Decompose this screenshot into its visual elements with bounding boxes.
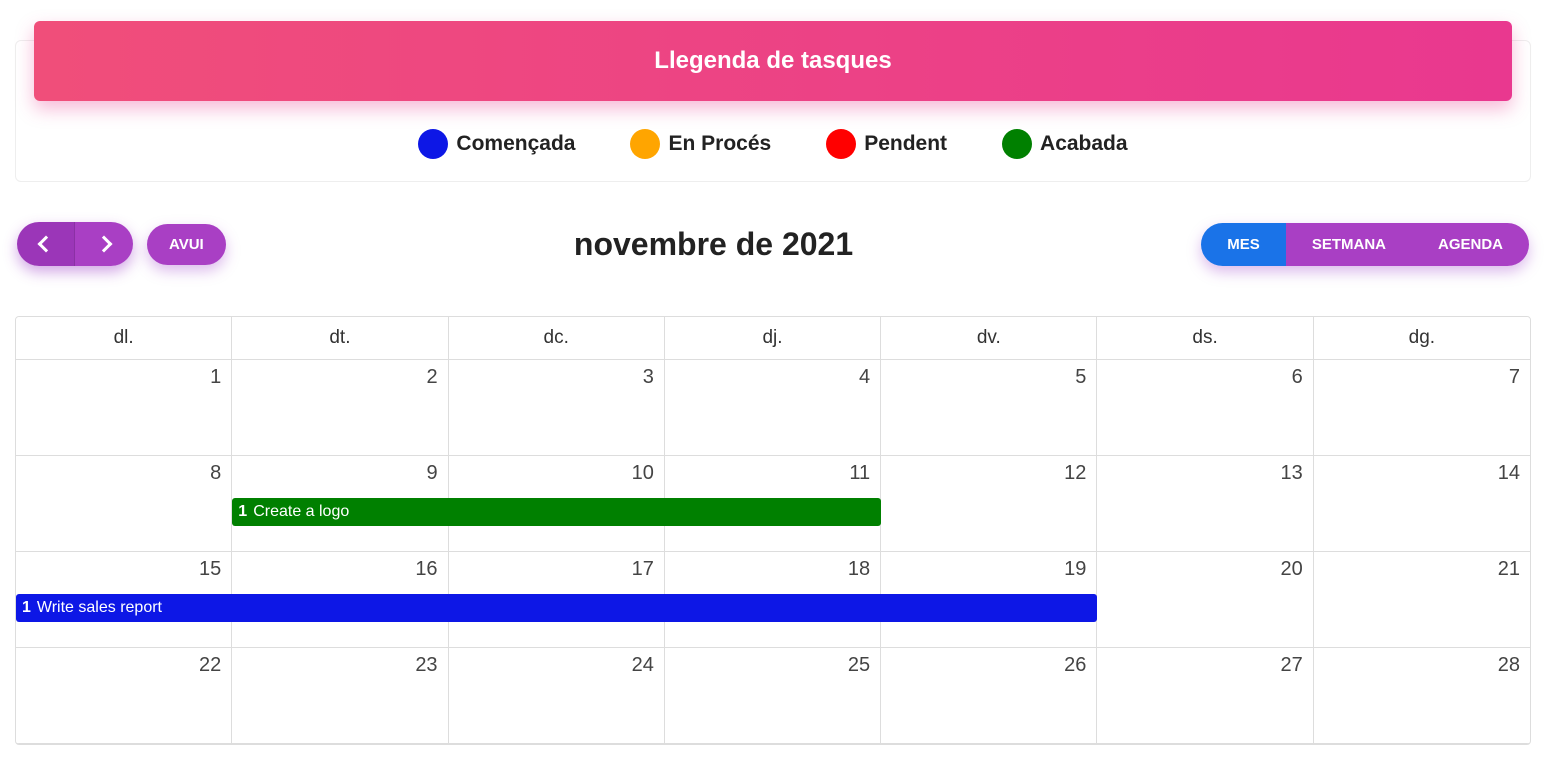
- day-number: 5: [1075, 366, 1086, 389]
- legend-card: Llegenda de tasques Començada En Procés …: [15, 40, 1531, 182]
- legend-title: Llegenda de tasques: [34, 21, 1512, 101]
- event-count: 1: [22, 599, 31, 617]
- legend-item-inprogress: En Procés: [630, 129, 771, 159]
- calendar-cell[interactable]: 5: [881, 360, 1097, 456]
- calendar-cell[interactable]: 26: [881, 648, 1097, 744]
- day-number: 23: [415, 654, 437, 677]
- calendar-cell[interactable]: 24: [449, 648, 665, 744]
- calendar-row: 15 16 17 18 19 20 21 1 Write sales report: [16, 552, 1530, 648]
- calendar-cell[interactable]: 2: [232, 360, 448, 456]
- day-number: 11: [849, 462, 870, 485]
- day-number: 10: [632, 462, 654, 485]
- legend-label: En Procés: [668, 132, 771, 156]
- event-title: Write sales report: [37, 599, 162, 617]
- day-number: 13: [1280, 462, 1302, 485]
- event-bar[interactable]: 1 Write sales report: [16, 594, 1097, 622]
- calendar-cell[interactable]: 14: [1314, 456, 1530, 552]
- day-number: 12: [1064, 462, 1086, 485]
- weekday-header: dt.: [232, 317, 448, 360]
- calendar-cell[interactable]: 8: [16, 456, 232, 552]
- view-agenda-button[interactable]: AGENDA: [1412, 223, 1529, 266]
- calendar-cell[interactable]: 4: [665, 360, 881, 456]
- day-number: 17: [632, 558, 654, 581]
- view-week-button[interactable]: SETMANA: [1286, 223, 1412, 266]
- dot-icon: [630, 129, 660, 159]
- day-number: 8: [210, 462, 221, 485]
- day-number: 27: [1280, 654, 1302, 677]
- dot-icon: [826, 129, 856, 159]
- day-number: 28: [1498, 654, 1520, 677]
- weekday-header: dg.: [1314, 317, 1530, 360]
- calendar-cell[interactable]: 28: [1314, 648, 1530, 744]
- day-number: 20: [1280, 558, 1302, 581]
- event-title: Create a logo: [253, 503, 349, 521]
- calendar-cell[interactable]: 3: [449, 360, 665, 456]
- day-number: 25: [848, 654, 870, 677]
- dot-icon: [1002, 129, 1032, 159]
- calendar-cell[interactable]: 13: [1097, 456, 1313, 552]
- legend-body: Començada En Procés Pendent Acabada: [16, 111, 1530, 181]
- calendar-cell[interactable]: 20: [1097, 552, 1313, 648]
- day-number: 18: [848, 558, 870, 581]
- day-number: 1: [210, 366, 221, 389]
- calendar-toolbar: AVUI novembre de 2021 MES SETMANA AGENDA: [15, 222, 1531, 266]
- day-number: 3: [643, 366, 654, 389]
- day-number: 26: [1064, 654, 1086, 677]
- calendar-header: dl.dt.dc.dj.dv.ds.dg.: [16, 317, 1530, 360]
- day-number: 4: [859, 366, 870, 389]
- next-button[interactable]: [75, 222, 133, 266]
- calendar-cell[interactable]: 21: [1314, 552, 1530, 648]
- day-number: 9: [426, 462, 437, 485]
- legend-item-done: Acabada: [1002, 129, 1128, 159]
- chevron-right-icon: [96, 236, 113, 253]
- calendar-cell[interactable]: 7: [1314, 360, 1530, 456]
- day-number: 21: [1498, 558, 1520, 581]
- legend-label: Acabada: [1040, 132, 1128, 156]
- day-number: 19: [1064, 558, 1086, 581]
- weekday-header: dj.: [665, 317, 881, 360]
- day-number: 6: [1292, 366, 1303, 389]
- day-number: 24: [632, 654, 654, 677]
- view-month-button[interactable]: MES: [1201, 223, 1286, 266]
- legend-item-pending: Pendent: [826, 129, 947, 159]
- calendar: dl.dt.dc.dj.dv.ds.dg. 123456789101112131…: [15, 316, 1531, 745]
- calendar-title: novembre de 2021: [574, 226, 853, 263]
- calendar-row: 1 2 3 4 5 6 7: [16, 360, 1530, 456]
- weekday-header: ds.: [1097, 317, 1313, 360]
- day-number: 14: [1498, 462, 1520, 485]
- day-number: 7: [1509, 366, 1520, 389]
- calendar-cell[interactable]: 12: [881, 456, 1097, 552]
- calendar-cell[interactable]: 25: [665, 648, 881, 744]
- view-group: MES SETMANA AGENDA: [1201, 223, 1529, 266]
- dot-icon: [418, 129, 448, 159]
- event-count: 1: [238, 503, 247, 521]
- day-number: 15: [199, 558, 221, 581]
- calendar-cell[interactable]: 23: [232, 648, 448, 744]
- event-bar[interactable]: 1 Create a logo: [232, 498, 881, 526]
- calendar-cell[interactable]: 22: [16, 648, 232, 744]
- calendar-row: 8 9 10 11 12 13 14 1 Create a logo: [16, 456, 1530, 552]
- legend-label: Pendent: [864, 132, 947, 156]
- legend-label: Començada: [456, 132, 575, 156]
- weekday-header: dv.: [881, 317, 1097, 360]
- legend-item-started: Començada: [418, 129, 575, 159]
- calendar-row: 22 23 24 25 26 27 28: [16, 648, 1530, 744]
- calendar-cell[interactable]: 27: [1097, 648, 1313, 744]
- calendar-cell[interactable]: 6: [1097, 360, 1313, 456]
- today-button[interactable]: AVUI: [147, 224, 226, 265]
- nav-group: [17, 222, 133, 266]
- day-number: 2: [426, 366, 437, 389]
- weekday-header: dc.: [449, 317, 665, 360]
- day-number: 16: [415, 558, 437, 581]
- prev-button[interactable]: [17, 222, 75, 266]
- chevron-left-icon: [37, 236, 54, 253]
- weekday-header: dl.: [16, 317, 232, 360]
- calendar-cell[interactable]: 1: [16, 360, 232, 456]
- day-number: 22: [199, 654, 221, 677]
